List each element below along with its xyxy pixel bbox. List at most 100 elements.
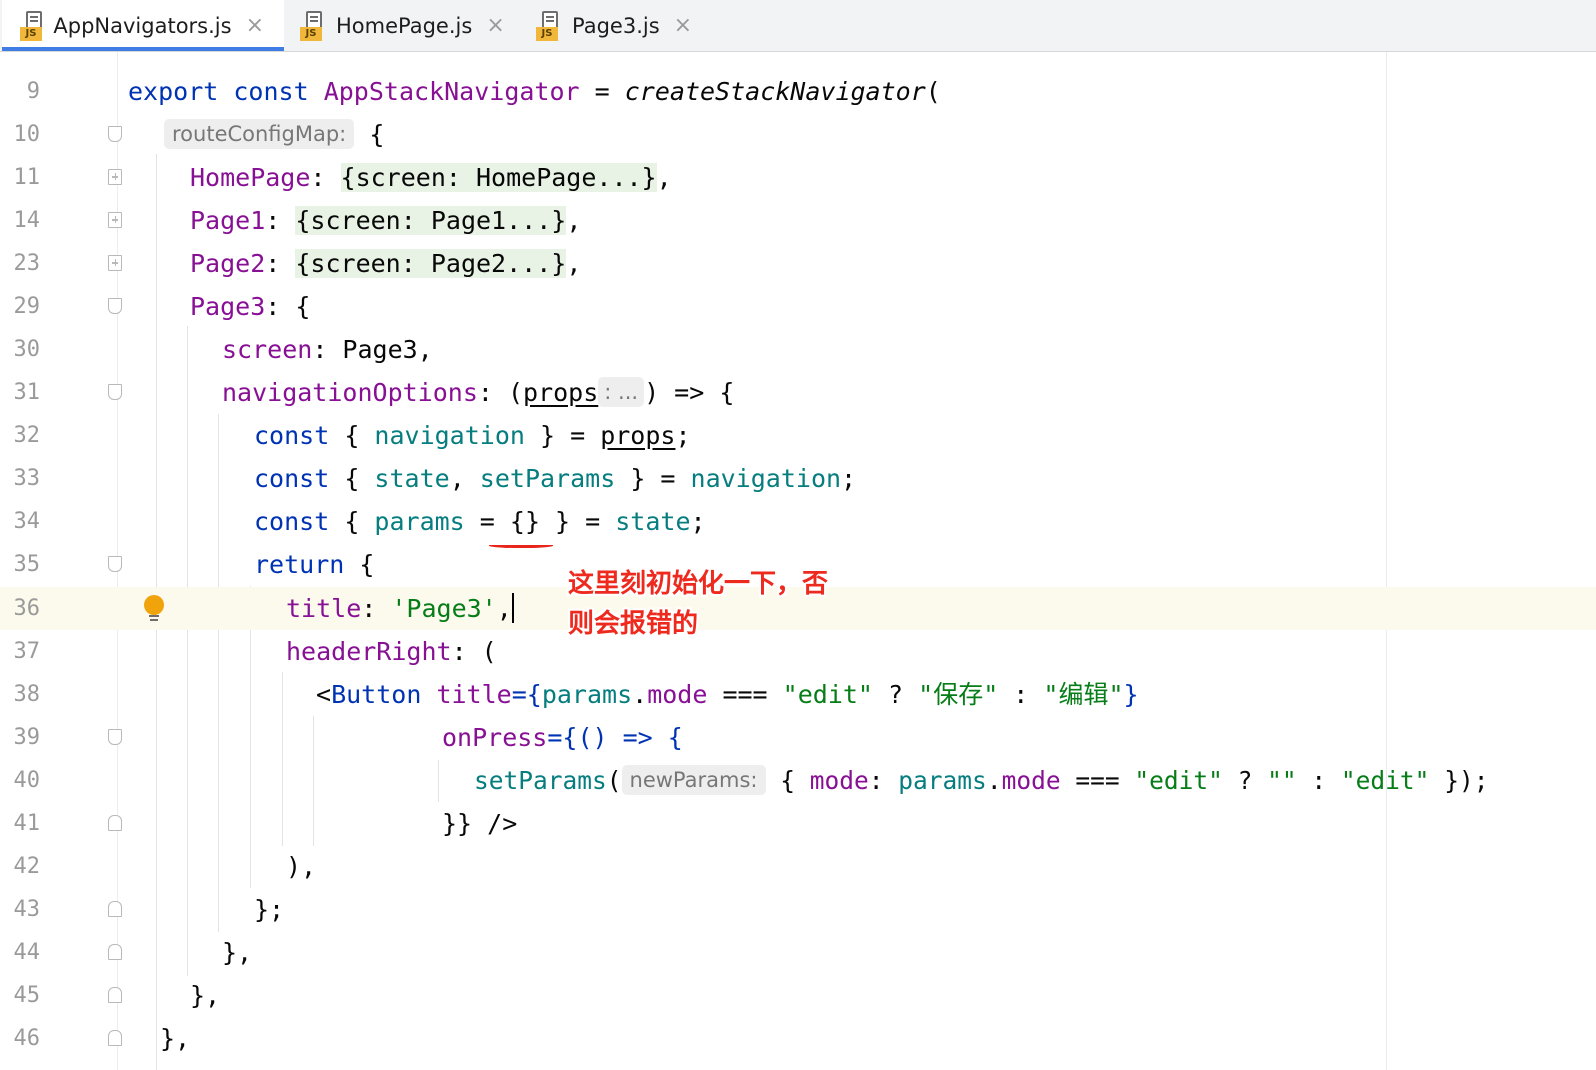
line-number: 40 — [13, 768, 41, 793]
code-text: setParams(newParams: { mode: params.mode… — [474, 765, 1489, 795]
code-text: screen: Page3, — [222, 335, 433, 364]
close-icon[interactable]: × — [246, 13, 264, 38]
parameter-hint: routeConfigMap: — [164, 119, 355, 149]
line-number: 31 — [13, 380, 41, 405]
expand-fold-icon[interactable] — [108, 212, 122, 228]
code-line: 11 HomePage: {screen: HomePage...}, — [0, 156, 1596, 199]
code-line: 46 }, — [0, 1017, 1596, 1060]
code-text: Page3: { — [190, 292, 311, 321]
expand-fold-icon[interactable] — [108, 255, 122, 271]
line-number: 36 — [13, 596, 41, 621]
js-file-icon: JS — [536, 10, 562, 41]
js-file-icon: JS — [20, 10, 43, 41]
line-number: 44 — [13, 940, 41, 965]
close-icon[interactable]: × — [674, 13, 692, 38]
code-line: 30 screen: Page3, — [0, 328, 1596, 371]
code-text: }, — [190, 981, 221, 1010]
line-number: 34 — [13, 509, 41, 534]
code-text: }, — [160, 1024, 191, 1053]
code-text: const { state, setParams } = navigation; — [254, 464, 857, 493]
code-line: 44 }, — [0, 931, 1596, 974]
code-line: 32 const { navigation } = props; — [0, 414, 1596, 457]
code-text: const { navigation } = props; — [254, 421, 691, 450]
tab-label: AppNavigators.js — [53, 13, 232, 38]
line-number: 32 — [13, 423, 41, 448]
line-number: 30 — [13, 337, 41, 362]
tab-label: Page3.js — [572, 13, 660, 38]
tab-label: HomePage.js — [336, 13, 473, 38]
red-underline-mark — [489, 542, 553, 548]
tab-page3[interactable]: JS Page3.js × — [536, 0, 692, 51]
line-number: 38 — [13, 682, 41, 707]
line-number: 46 — [13, 1026, 41, 1051]
folded-region[interactable]: {screen: Page2...} — [295, 249, 567, 278]
fold-toggle-icon[interactable] — [108, 556, 122, 572]
code-editor[interactable]: 9 export const AppStackNavigator = creat… — [0, 52, 1596, 1070]
parameter-hint: newParams: — [621, 765, 766, 795]
code-text: ), — [286, 852, 317, 881]
code-text: Page2: {screen: Page2...}, — [190, 249, 582, 278]
code-text: headerRight: ( — [286, 637, 497, 666]
type-hint: : ... — [598, 377, 645, 407]
text-caret — [511, 593, 514, 623]
expand-fold-icon[interactable] — [108, 169, 122, 185]
tab-homepage[interactable]: JS HomePage.js × — [300, 0, 505, 51]
line-number: 10 — [13, 122, 41, 147]
annotation-line-1: 这里刻初始化一下，否 — [568, 569, 829, 599]
line-number: 45 — [13, 983, 41, 1008]
line-number: 29 — [13, 294, 41, 319]
code-line: 10 routeConfigMap: { — [0, 113, 1596, 156]
line-number: 39 — [13, 725, 41, 750]
code-line: 23 Page2: {screen: Page2...}, — [0, 242, 1596, 285]
line-number: 33 — [13, 466, 41, 491]
tab-appnavigators[interactable]: JS AppNavigators.js × — [2, 0, 284, 51]
line-number: 23 — [13, 251, 41, 276]
fold-toggle-icon[interactable] — [108, 729, 122, 745]
fold-toggle-icon[interactable] — [108, 944, 122, 960]
line-number: 9 — [26, 79, 40, 104]
code-line: 14 Page1: {screen: Page1...}, — [0, 199, 1596, 242]
fold-toggle-icon[interactable] — [108, 384, 122, 400]
code-line: 9 export const AppStackNavigator = creat… — [0, 70, 1596, 113]
code-text: navigationOptions: (props: ...) => { — [222, 377, 735, 407]
code-line: 39 onPress={() => { — [0, 716, 1596, 759]
annotation-line-2: 则会报错的 — [568, 609, 699, 639]
line-number: 42 — [13, 854, 41, 879]
folded-region[interactable]: {screen: HomePage...} — [340, 163, 657, 192]
code-line: 42 ), — [0, 845, 1596, 888]
code-text: }; — [254, 895, 285, 924]
code-text: return { — [254, 550, 375, 579]
code-text: Page1: {screen: Page1...}, — [190, 206, 582, 235]
code-line: 29 Page3: { — [0, 285, 1596, 328]
js-file-icon: JS — [300, 10, 326, 41]
folded-region[interactable]: {screen: Page1...} — [295, 206, 567, 235]
code-line: 41 }} /> — [0, 802, 1596, 845]
code-text: export const AppStackNavigator = createS… — [128, 77, 941, 106]
code-line: 33 const { state, setParams } = navigati… — [0, 457, 1596, 500]
code-line: 40 setParams(newParams: { mode: params.m… — [0, 759, 1596, 802]
fold-toggle-icon[interactable] — [108, 901, 122, 917]
fold-toggle-icon[interactable] — [108, 126, 122, 142]
editor-tab-bar: JS AppNavigators.js × JS HomePage.js × J… — [0, 0, 1596, 52]
line-number: 43 — [13, 897, 41, 922]
code-line: 45 }, — [0, 974, 1596, 1017]
lightbulb-icon[interactable] — [144, 595, 166, 623]
code-line: 38 <Button title={params.mode === "edit"… — [0, 673, 1596, 716]
fold-toggle-icon[interactable] — [108, 815, 122, 831]
code-text: const { params = {} } = state; — [254, 507, 706, 536]
fold-toggle-icon[interactable] — [108, 1030, 122, 1046]
code-text: onPress={() => { — [442, 723, 683, 752]
close-icon[interactable]: × — [486, 13, 504, 38]
code-text: routeConfigMap: { — [164, 113, 384, 156]
code-line: 31 navigationOptions: (props: ...) => { — [0, 371, 1596, 414]
line-number: 14 — [13, 208, 41, 233]
code-line: 34 const { params = {} } = state; — [0, 500, 1596, 543]
fold-toggle-icon[interactable] — [108, 987, 122, 1003]
fold-toggle-icon[interactable] — [108, 298, 122, 314]
line-number: 11 — [13, 165, 41, 190]
code-text: HomePage: {screen: HomePage...}, — [190, 163, 672, 192]
line-number: 37 — [13, 639, 41, 664]
code-text: <Button title={params.mode === "edit" ? … — [316, 680, 1139, 709]
code-text: }} /> — [442, 809, 518, 838]
line-number: 41 — [13, 811, 41, 836]
